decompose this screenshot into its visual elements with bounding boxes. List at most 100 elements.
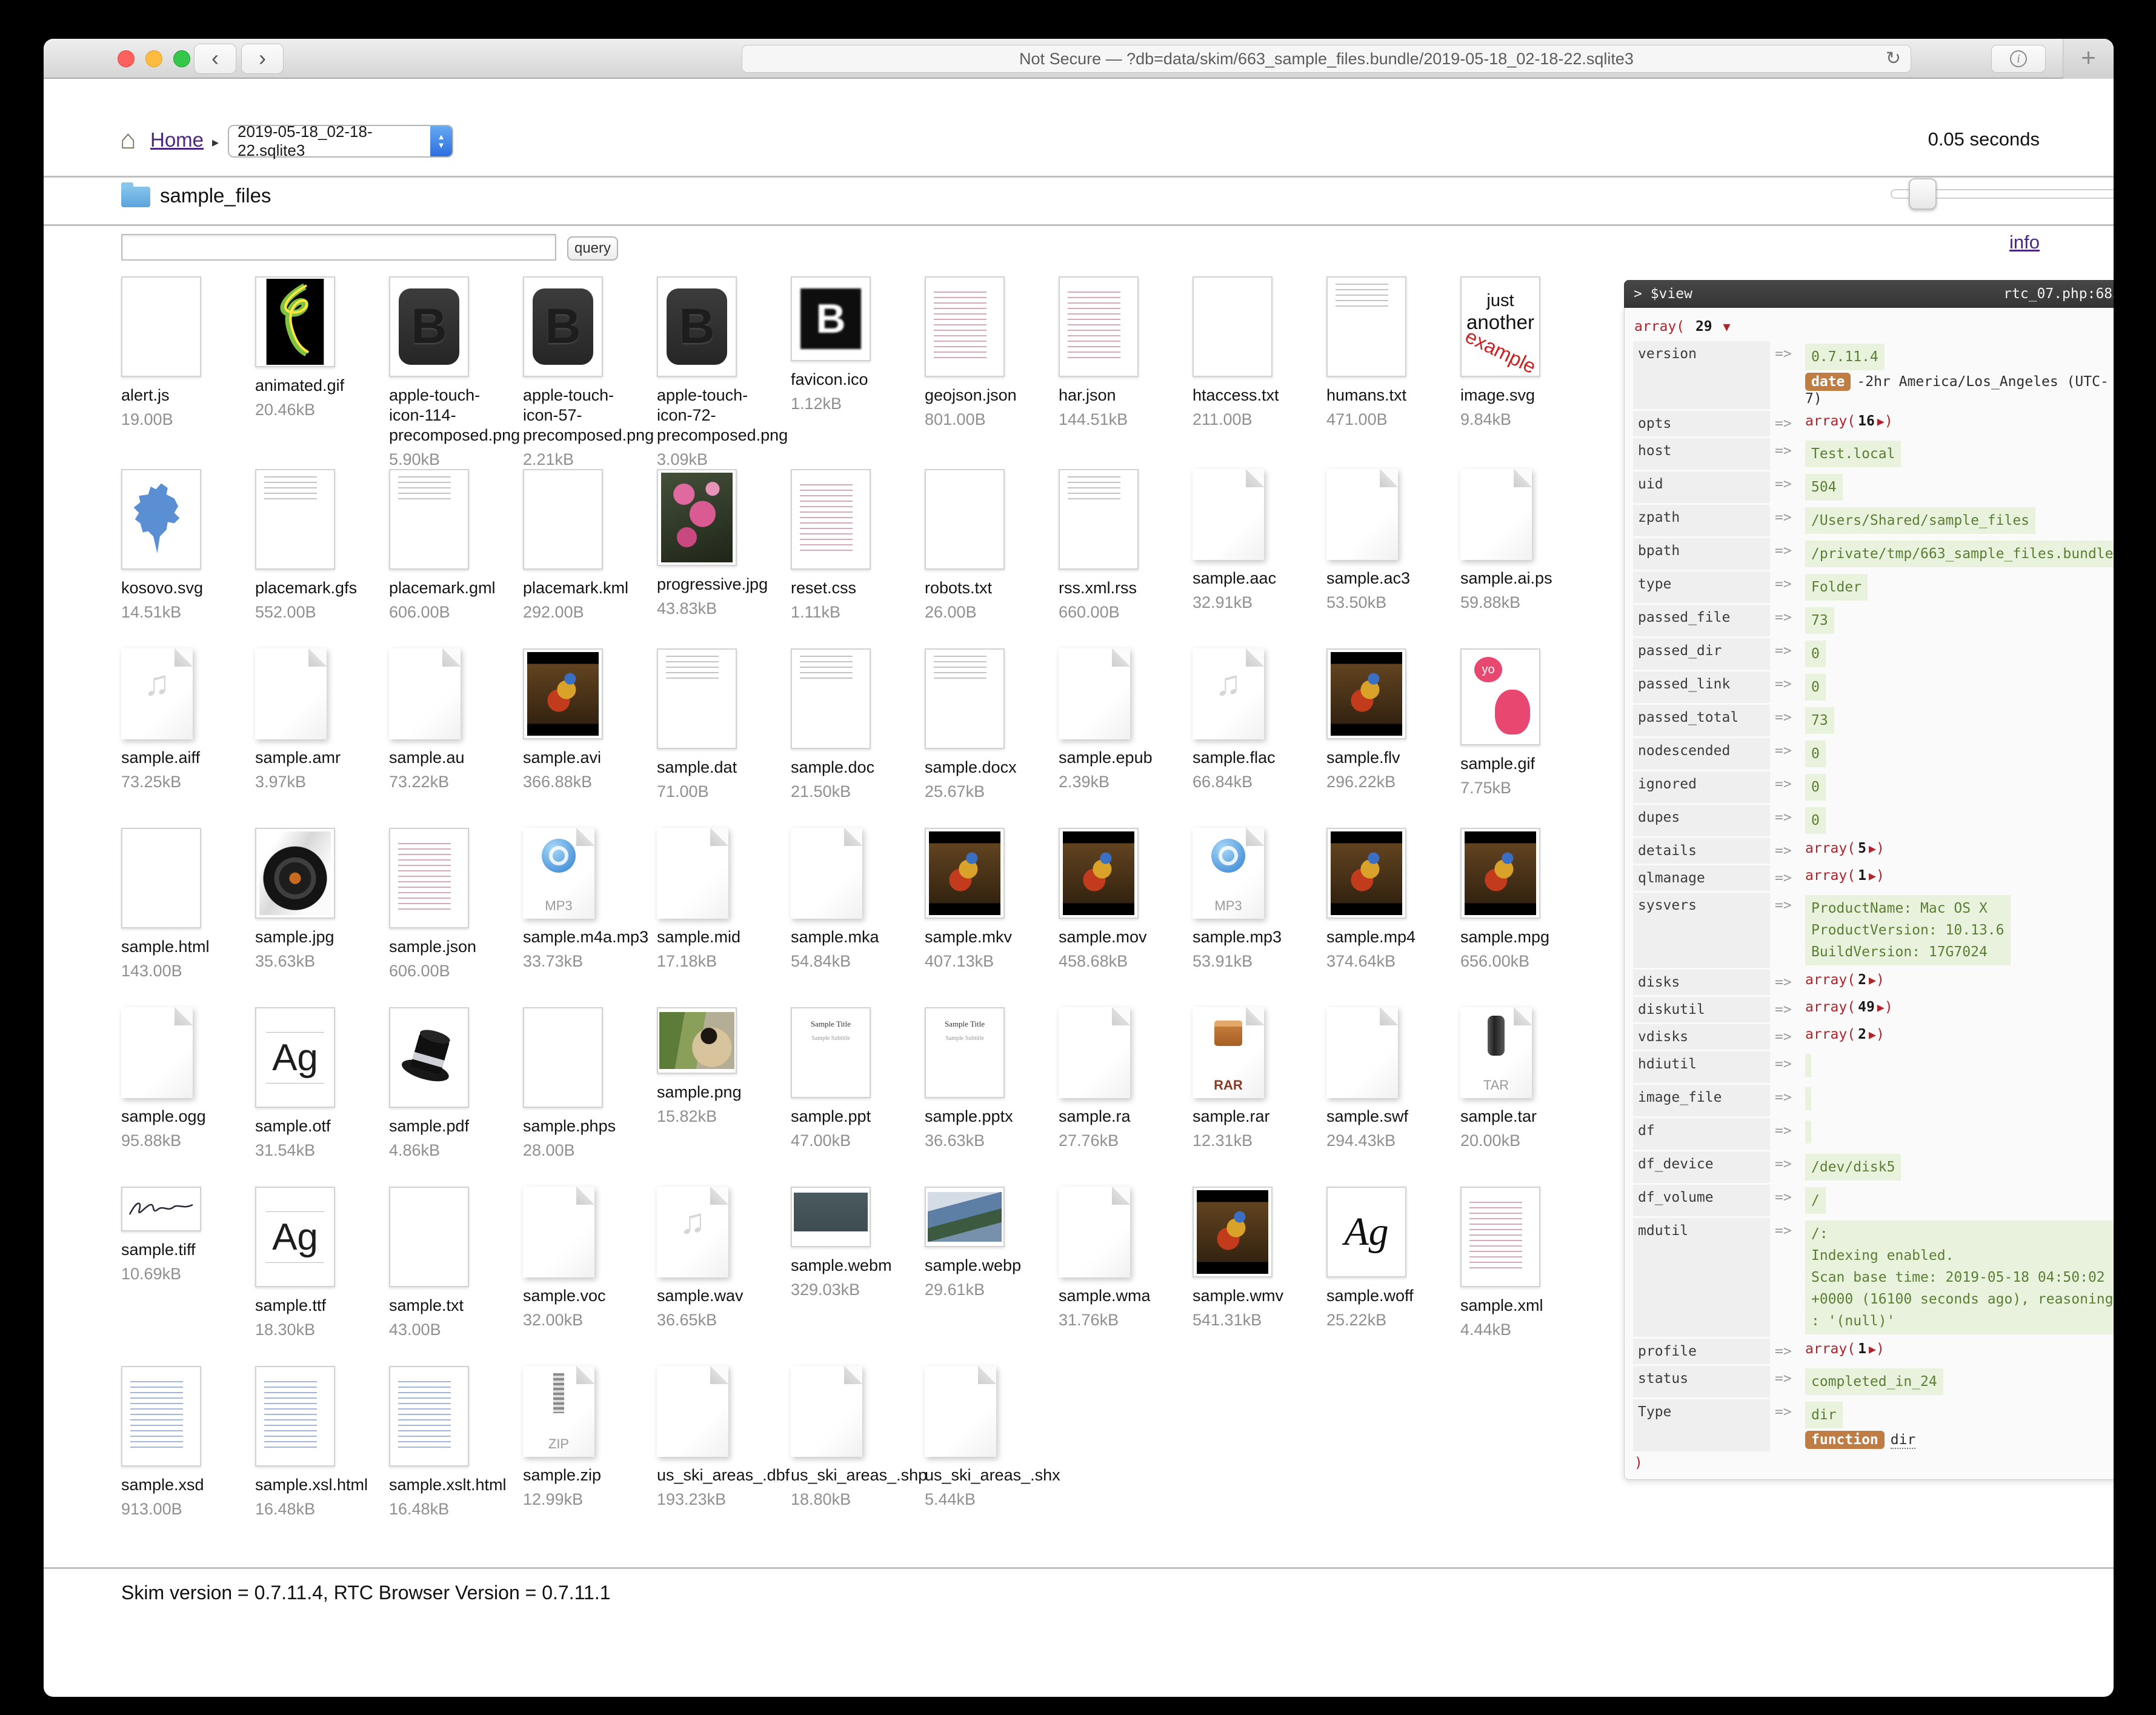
presentation-thumbnail[interactable]: Sample TitleSample Subtitle	[925, 1007, 1005, 1098]
expand-triangle-icon[interactable]: ▶	[1869, 1342, 1876, 1356]
minimize-window-button[interactable]	[145, 50, 162, 67]
file-item[interactable]: ZIPsample.zip12.99kB	[523, 1366, 657, 1545]
code-document-thumbnail[interactable]	[791, 469, 871, 570]
db-select[interactable]: 2019-05-18_02-18-22.sqlite3 ▲▼	[228, 125, 453, 158]
font-thumbnail[interactable]: Ag	[1326, 1187, 1406, 1277]
file-item[interactable]: sample.flv296.22kB	[1326, 648, 1460, 828]
file-item[interactable]: rss.xml.rss660.00B	[1059, 469, 1193, 648]
document-page-icon[interactable]	[657, 828, 728, 919]
file-item[interactable]: Sample TitleSample Subtitlesample.pptx36…	[925, 1007, 1059, 1187]
document-page-icon[interactable]	[925, 1366, 996, 1457]
file-item[interactable]: sample.json606.00B	[389, 828, 523, 1007]
code-document-thumbnail[interactable]	[925, 276, 1005, 377]
video-thumbnail[interactable]	[1193, 1187, 1273, 1277]
animated-gif-thumbnail[interactable]	[255, 276, 335, 367]
app-icon-thumbnail[interactable]: B	[523, 276, 603, 377]
favicon-thumbnail[interactable]: B	[791, 276, 871, 361]
file-item[interactable]: sample.pdf4.86kB	[389, 1007, 523, 1187]
file-item[interactable]: us_ski_areas_.shx5.44kB	[925, 1366, 1059, 1545]
blank-document-thumbnail[interactable]	[925, 469, 1005, 570]
text-document-thumbnail[interactable]	[1059, 469, 1139, 570]
blank-document-thumbnail[interactable]	[523, 469, 603, 570]
mp3-page-icon[interactable]: MP3	[1193, 828, 1264, 919]
tiff-thumbnail[interactable]	[121, 1187, 201, 1231]
file-item[interactable]: robots.txt26.00B	[925, 469, 1059, 648]
info-link[interactable]: info	[2009, 231, 2040, 253]
file-item[interactable]: sample.txt43.00B	[389, 1187, 523, 1366]
file-item[interactable]: sample.ai.ps59.88kB	[1460, 469, 1594, 648]
document-page-icon[interactable]	[791, 1366, 862, 1457]
mp3-page-icon[interactable]: MP3	[523, 828, 594, 919]
photo-thumbnail[interactable]	[657, 1007, 737, 1074]
file-item[interactable]: sample.avi366.88kB	[523, 648, 657, 828]
app-icon-thumbnail[interactable]: B	[389, 276, 469, 377]
text-document-thumbnail[interactable]	[389, 469, 469, 570]
font-thumbnail[interactable]: Ag	[255, 1007, 335, 1108]
expand-triangle-icon[interactable]: ▶	[1869, 868, 1876, 883]
file-item[interactable]: Bfavicon.ico1.12kB	[791, 276, 925, 469]
file-item[interactable]: sample.aac32.91kB	[1193, 469, 1326, 648]
file-item[interactable]: MP3sample.mp353.91kB	[1193, 828, 1326, 1007]
document-page-icon[interactable]	[523, 1187, 594, 1277]
file-item[interactable]: Agsample.otf31.54kB	[255, 1007, 389, 1187]
query-button[interactable]: query	[567, 236, 618, 261]
file-item[interactable]: ♫sample.aiff73.25kB	[121, 648, 255, 828]
file-item[interactable]: sample.xml4.44kB	[1460, 1187, 1594, 1366]
text-document-thumbnail[interactable]	[657, 648, 737, 749]
pdf-thumbnail[interactable]	[389, 1007, 469, 1108]
file-item[interactable]: humans.txt471.00B	[1326, 276, 1460, 469]
document-page-icon[interactable]	[791, 828, 862, 919]
file-item[interactable]: sample.ra27.76kB	[1059, 1007, 1193, 1187]
file-item[interactable]: us_ski_areas_.shp18.80kB	[791, 1366, 925, 1545]
close-window-button[interactable]	[118, 50, 135, 67]
html-document-thumbnail[interactable]	[121, 1366, 201, 1467]
file-item[interactable]: har.json144.51kB	[1059, 276, 1193, 469]
document-page-icon[interactable]	[1193, 469, 1264, 560]
video-thumbnail[interactable]	[523, 648, 603, 739]
expand-triangle-icon[interactable]: ▶	[1877, 1000, 1885, 1014]
file-item[interactable]: sample.swf294.43kB	[1326, 1007, 1460, 1187]
file-item[interactable]: sample.doc21.50kB	[791, 648, 925, 828]
blank-document-thumbnail[interactable]	[121, 276, 201, 377]
document-page-icon[interactable]	[1326, 1007, 1398, 1098]
text-document-thumbnail[interactable]	[925, 648, 1005, 749]
file-item[interactable]: placemark.gfs552.00B	[255, 469, 389, 648]
font-thumbnail[interactable]: Ag	[255, 1187, 335, 1287]
document-page-icon[interactable]	[1059, 1187, 1130, 1277]
document-page-icon[interactable]	[121, 1007, 193, 1098]
photo-thumbnail[interactable]	[925, 1187, 1005, 1247]
blank-document-thumbnail[interactable]	[121, 828, 201, 928]
presentation-thumbnail[interactable]: Sample TitleSample Subtitle	[791, 1007, 871, 1098]
collapse-triangle-icon[interactable]: ▼	[1723, 319, 1731, 334]
new-tab-button[interactable]: +	[2063, 39, 2114, 79]
video-thumbnail[interactable]	[1326, 828, 1406, 919]
address-bar[interactable]: Not Secure — ?db=data/skim/663_sample_fi…	[742, 45, 1911, 73]
file-item[interactable]: Bapple-touch-icon-114-precomposed.png5.9…	[389, 276, 523, 469]
file-item[interactable]: sample.wma31.76kB	[1059, 1187, 1193, 1366]
file-item[interactable]: sample.mp4374.64kB	[1326, 828, 1460, 1007]
file-item[interactable]: Sample TitleSample Subtitlesample.ppt47.…	[791, 1007, 925, 1187]
audio-page-icon[interactable]: ♫	[657, 1187, 728, 1277]
file-item[interactable]: sample.mka54.84kB	[791, 828, 925, 1007]
map-thumbnail[interactable]	[121, 469, 201, 570]
video-thumbnail[interactable]	[925, 828, 1005, 919]
file-item[interactable]: TARsample.tar20.00kB	[1460, 1007, 1594, 1187]
document-page-icon[interactable]	[1059, 1007, 1130, 1098]
file-item[interactable]: sample.html143.00B	[121, 828, 255, 1007]
code-document-thumbnail[interactable]	[1460, 1187, 1540, 1287]
audio-page-icon[interactable]: ♫	[121, 648, 193, 739]
file-item[interactable]: geojson.json801.00B	[925, 276, 1059, 469]
file-item[interactable]: htaccess.txt211.00B	[1193, 276, 1326, 469]
document-page-icon[interactable]	[1326, 469, 1398, 560]
gif-thumbnail[interactable]: yo	[1460, 648, 1540, 745]
zoom-window-button[interactable]	[173, 50, 190, 67]
file-item[interactable]: sample.mpg656.00kB	[1460, 828, 1594, 1007]
html-document-thumbnail[interactable]	[389, 1366, 469, 1467]
video-thumbnail[interactable]	[791, 1187, 871, 1247]
code-document-thumbnail[interactable]	[1059, 276, 1139, 377]
document-page-icon[interactable]	[1059, 648, 1130, 739]
file-item[interactable]: sample.wmv541.31kB	[1193, 1187, 1326, 1366]
file-item[interactable]: kosovo.svg14.51kB	[121, 469, 255, 648]
file-item[interactable]: progressive.jpg43.83kB	[657, 469, 791, 648]
document-page-icon[interactable]	[255, 648, 327, 739]
